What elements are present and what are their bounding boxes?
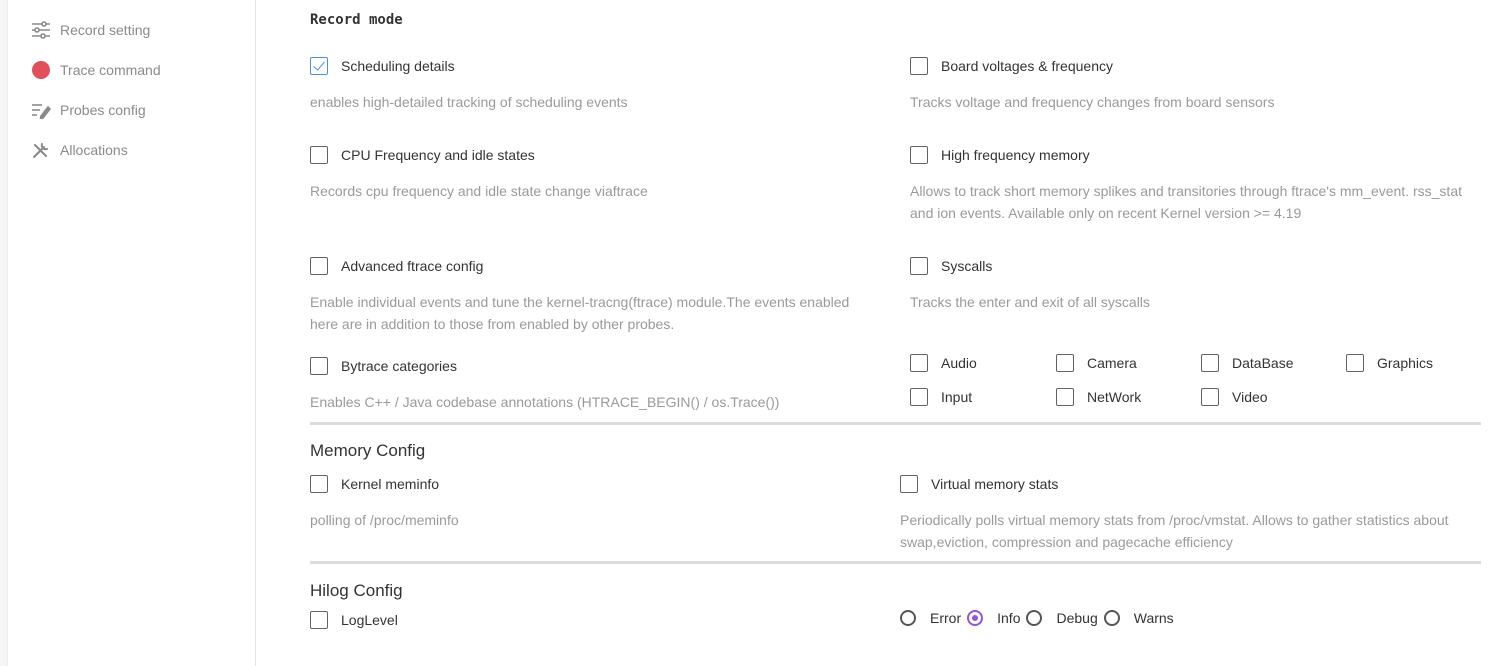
option-label: Board voltages & frequency xyxy=(941,58,1113,74)
radio-debug[interactable] xyxy=(1026,610,1043,626)
cpu-frequency-checkbox[interactable]: CPU Frequency and idle states xyxy=(310,146,535,164)
option-label: Input xyxy=(941,389,973,405)
section-divider xyxy=(310,422,1481,425)
scheduling-details-checkbox[interactable]: Scheduling details xyxy=(310,57,455,75)
checkbox[interactable] xyxy=(910,146,928,164)
board-voltages-desc: Tracks voltage and frequency changes fro… xyxy=(910,94,1275,110)
kernel-meminfo-desc: polling of /proc/meminfo xyxy=(310,512,459,528)
option-label: Syscalls xyxy=(941,258,993,274)
checkbox[interactable] xyxy=(310,611,328,629)
virtual-memory-stats-desc: Periodically polls virtual memory stats … xyxy=(900,512,1449,550)
section-divider xyxy=(310,561,1481,564)
memory-config-title: Memory Config xyxy=(310,441,426,460)
sidebar-item-trace-command[interactable]: Trace command xyxy=(31,56,161,84)
sliders-icon xyxy=(31,20,51,40)
option-label: Scheduling details xyxy=(341,58,455,74)
kernel-meminfo-checkbox[interactable]: Kernel meminfo xyxy=(310,475,439,493)
sidebar-item-record-setting[interactable]: Record setting xyxy=(31,16,150,44)
option-label: NetWork xyxy=(1087,389,1142,405)
bytrace-categories-desc: Enables C++ / Java codebase annotations … xyxy=(310,394,780,410)
checkbox[interactable] xyxy=(910,388,928,406)
option-label: LogLevel xyxy=(341,612,398,628)
sidebar-item-label: Trace command xyxy=(60,62,161,78)
option-label: Virtual memory stats xyxy=(931,476,1059,492)
category-network-checkbox[interactable]: NetWork xyxy=(1056,388,1141,406)
category-video-checkbox[interactable]: Video xyxy=(1201,388,1268,406)
high-frequency-memory-desc: Allows to track short memory splikes and… xyxy=(910,183,1462,221)
syscalls-checkbox[interactable]: Syscalls xyxy=(910,257,992,275)
checkbox[interactable] xyxy=(1056,354,1074,372)
checkbox[interactable] xyxy=(900,475,918,493)
checkbox[interactable] xyxy=(1056,388,1074,406)
tools-icon xyxy=(31,140,51,160)
category-graphics-checkbox[interactable]: Graphics xyxy=(1346,354,1433,372)
virtual-memory-stats-checkbox[interactable]: Virtual memory stats xyxy=(900,475,1058,493)
radio-info[interactable] xyxy=(967,610,984,626)
sidebar-item-probes-config[interactable]: Probes config xyxy=(31,96,146,124)
loglevel-checkbox[interactable]: LogLevel xyxy=(310,611,398,629)
checkbox[interactable] xyxy=(910,57,928,75)
high-frequency-memory-checkbox[interactable]: High frequency memory xyxy=(910,146,1090,164)
option-label: Bytrace categories xyxy=(341,358,457,374)
category-audio-checkbox[interactable]: Audio xyxy=(910,354,977,372)
option-label: Audio xyxy=(941,355,977,371)
checkbox[interactable] xyxy=(1346,354,1364,372)
window-edge xyxy=(0,0,8,666)
radio-label: Debug xyxy=(1056,610,1098,626)
checkbox[interactable] xyxy=(310,357,328,375)
checkbox[interactable] xyxy=(910,257,928,275)
syscalls-desc: Tracks the enter and exit of all syscall… xyxy=(910,294,1150,310)
checkbox[interactable] xyxy=(1201,354,1219,372)
red-circle-icon xyxy=(31,60,51,80)
sidebar-item-allocations[interactable]: Allocations xyxy=(31,136,128,164)
category-database-checkbox[interactable]: DataBase xyxy=(1201,354,1293,372)
radio-label: Error xyxy=(930,610,962,626)
radio-label: Info xyxy=(997,610,1021,626)
bytrace-categories-checkbox[interactable]: Bytrace categories xyxy=(310,357,457,375)
checkbox-checked[interactable] xyxy=(310,57,328,75)
edit-list-icon xyxy=(31,100,51,120)
option-label: Camera xyxy=(1087,355,1137,371)
sidebar-item-label: Allocations xyxy=(60,142,128,158)
advanced-ftrace-desc: Enable individual events and tune the ke… xyxy=(310,294,850,332)
checkbox[interactable] xyxy=(310,146,328,164)
checkbox[interactable] xyxy=(310,475,328,493)
probes-config-panel: Record mode Scheduling details enables h… xyxy=(256,0,1508,666)
option-label: DataBase xyxy=(1232,355,1294,371)
advanced-ftrace-checkbox[interactable]: Advanced ftrace config xyxy=(310,257,483,275)
option-label: CPU Frequency and idle states xyxy=(341,147,535,163)
checkbox[interactable] xyxy=(1201,388,1219,406)
option-label: Kernel meminfo xyxy=(341,476,440,492)
category-camera-checkbox[interactable]: Camera xyxy=(1056,354,1137,372)
option-label: Video xyxy=(1232,389,1268,405)
radio-label: Warns xyxy=(1133,610,1174,626)
record-mode-title: Record mode xyxy=(310,12,403,28)
sidebar-item-label: Probes config xyxy=(60,102,146,118)
sidebar-item-label: Record setting xyxy=(60,22,151,38)
hilog-config-title: Hilog Config xyxy=(310,581,403,600)
option-label: High frequency memory xyxy=(941,147,1090,163)
checkbox[interactable] xyxy=(910,354,928,372)
loglevel-radio-group: Error Info Debug Warns xyxy=(900,610,1180,626)
sidebar: Record setting Trace command Probes conf… xyxy=(8,0,256,666)
checkbox[interactable] xyxy=(310,257,328,275)
category-input-checkbox[interactable]: Input xyxy=(910,388,972,406)
cpu-frequency-desc: Records cpu frequency and idle state cha… xyxy=(310,183,648,199)
radio-warns[interactable] xyxy=(1103,610,1120,626)
option-label: Graphics xyxy=(1377,355,1434,371)
scheduling-details-desc: enables high-detailed tracking of schedu… xyxy=(310,94,628,110)
board-voltages-checkbox[interactable]: Board voltages & frequency xyxy=(910,57,1113,75)
option-label: Advanced ftrace config xyxy=(341,258,484,274)
radio-error[interactable] xyxy=(900,610,916,626)
